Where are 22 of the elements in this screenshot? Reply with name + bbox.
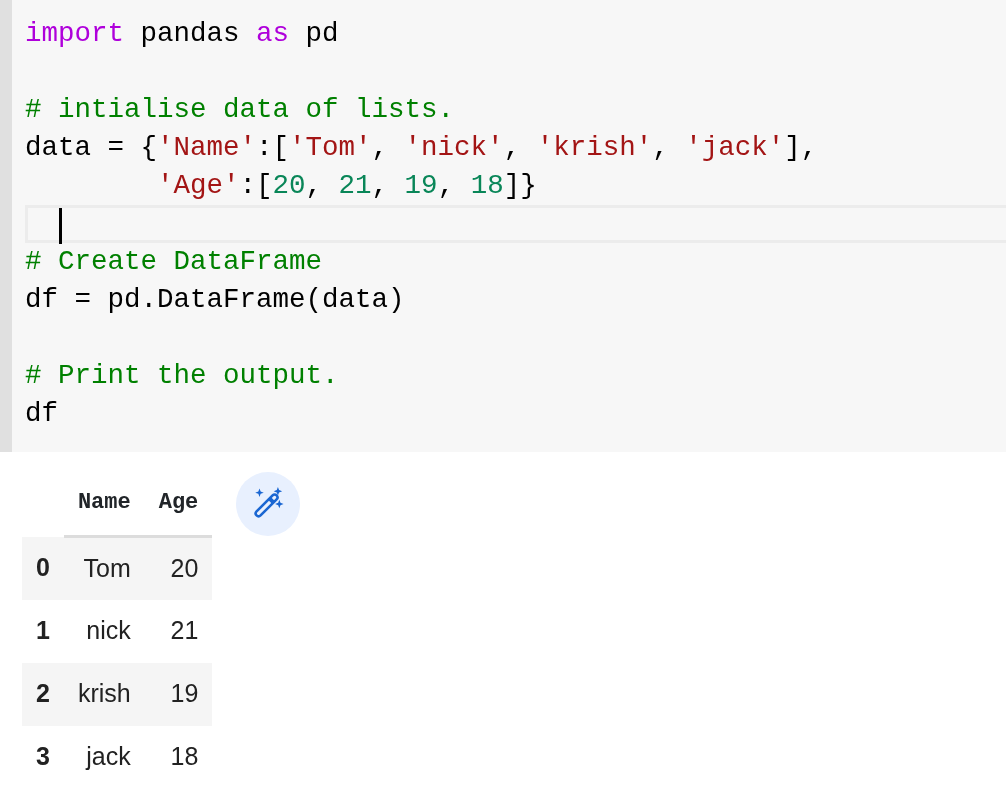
row-index: 3	[22, 725, 64, 789]
table-cell: 21	[144, 599, 213, 663]
table-cell: jack	[63, 725, 145, 789]
row-index: 1	[22, 599, 64, 663]
row-index: 0	[22, 536, 64, 600]
table-cell: krish	[63, 662, 145, 726]
code-cell[interactable]: import pandas as pd # intialise data of lists. data = {'Name':['Tom', 'nick', 'krish', 'jack'], 'Age':[20, 21, 19, 18]} # Create DataFrame df = pd.DataFrame(data) # Print the output. df	[0, 0, 1006, 452]
code-line: df = pd.DataFrame(data)	[25, 283, 406, 317]
code-line: import pandas as pd	[25, 17, 340, 51]
table-cell: 19	[144, 662, 213, 726]
code-line: df	[25, 397, 59, 431]
code-line: 'Age':[20, 21, 19, 18]}	[156, 169, 538, 203]
table-cell: 18	[144, 725, 213, 789]
table-cell: 20	[144, 536, 213, 600]
row-index: 2	[22, 662, 64, 726]
code-line: # Create DataFrame	[25, 245, 324, 279]
code-line: # intialise data of lists.	[25, 93, 456, 127]
code-line: data = {'Name':['Tom', 'nick', 'krish', 'jack'],	[25, 131, 819, 165]
table-cell: Tom	[63, 536, 145, 600]
table-cell: nick	[63, 599, 145, 663]
text-cursor	[59, 208, 62, 244]
code-line: # Print the output.	[25, 359, 340, 393]
